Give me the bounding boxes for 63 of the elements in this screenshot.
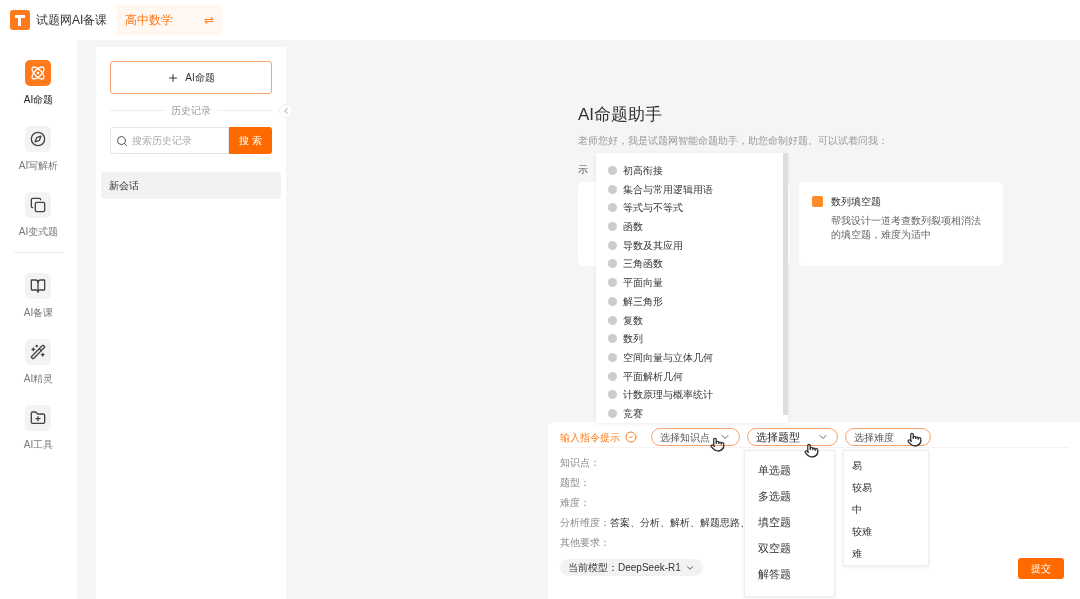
menu-option[interactable]: 难 (844, 542, 928, 565)
search-icon (116, 135, 128, 147)
menu-option[interactable]: 双空题 (745, 535, 834, 561)
menu-option[interactable]: 易 (844, 454, 928, 477)
menu-option[interactable]: 集合与常用逻辑用语 (608, 179, 783, 199)
card-icon (812, 195, 823, 207)
page-subtitle: 老师您好，我是试题网智能命题助手，助您命制好题。可以试着问我： (578, 133, 889, 148)
atom-icon (25, 60, 52, 86)
card-description: 帮我设计一道考查数列裂项相消法的填空题，难度为适中 (830, 213, 982, 242)
chevron-left-icon (281, 106, 291, 116)
nav-item[interactable]: AI备课 (23, 273, 54, 325)
menu-option[interactable]: 初高衔接 (608, 161, 783, 180)
field-label: 其他要求： (560, 535, 610, 550)
field-label: 分析维度： (560, 515, 610, 530)
plus-icon (167, 71, 180, 84)
nav-item[interactable]: AI写解析 (18, 126, 59, 178)
compass-icon (25, 126, 52, 152)
menu-option[interactable]: 单选题 (745, 457, 834, 483)
menu-option[interactable]: 解三角形 (608, 292, 783, 311)
menu-option[interactable]: 解答题 (745, 561, 834, 587)
book-icon (25, 273, 52, 299)
example-card[interactable]: 数列填空题 帮我设计一道考查数列裂项相消法的填空题，难度为适中 (799, 181, 1003, 266)
example-label: 示 (578, 162, 588, 177)
menu-option[interactable]: 平面向量 (608, 273, 783, 293)
prompt-hint: 输入指令提示 (560, 430, 621, 445)
check-icon (625, 431, 637, 443)
hand-cursor-icon (804, 443, 819, 458)
field-label: 知识点： (560, 455, 600, 470)
menu-option[interactable]: 较易 (844, 476, 928, 499)
menu-option[interactable]: 数列 (608, 329, 783, 349)
menu-option[interactable]: 导数及其应用 (608, 235, 783, 255)
session-item[interactable]: 新会话 (101, 172, 281, 199)
menu-option[interactable]: 中 (844, 498, 928, 521)
folder-plus-icon (25, 405, 52, 431)
nav-item[interactable]: AI精灵 (23, 339, 54, 391)
menu-option[interactable]: 平面解析几何 (608, 366, 783, 386)
menu-option[interactable]: 空间向量与立体几何 (608, 348, 783, 367)
logo-icon (10, 10, 30, 30)
page-title: AI命题助手 (578, 104, 664, 126)
menu-option[interactable]: 等式与不等式 (608, 198, 783, 218)
menu-option[interactable]: 计数原理与概率统计 (608, 385, 783, 405)
menu-option[interactable]: 复数 (608, 310, 783, 330)
copy-icon (25, 192, 52, 218)
hand-cursor-icon (907, 432, 922, 447)
brand-name: 试题网AI备课 (36, 12, 108, 29)
field-label: 题型： (560, 475, 590, 490)
model-selector[interactable]: 当前模型：DeepSeek-R1 (560, 559, 703, 576)
menu-option[interactable]: 三角函数 (608, 254, 783, 274)
new-question-button[interactable]: AI命题 (110, 61, 272, 94)
nav-item[interactable]: AI变式题 (18, 192, 59, 244)
wand-icon (25, 339, 52, 365)
history-heading: 历史记录 (171, 104, 211, 118)
field-label: 难度： (560, 495, 590, 510)
menu-option[interactable]: 函数 (608, 217, 783, 236)
menu-option[interactable]: 竞赛 (608, 404, 783, 424)
search-field[interactable]: 搜索历史记录 (110, 127, 229, 154)
hand-cursor-icon (710, 437, 725, 452)
collapse-button[interactable] (279, 104, 293, 118)
menu-option[interactable]: 多选题 (745, 483, 834, 509)
card-title: 数列填空题 (831, 194, 881, 209)
menu-option[interactable]: 较难 (844, 520, 928, 543)
nav-item[interactable]: AI工具 (23, 405, 54, 457)
nav-item[interactable]: AI命题 (23, 60, 54, 112)
